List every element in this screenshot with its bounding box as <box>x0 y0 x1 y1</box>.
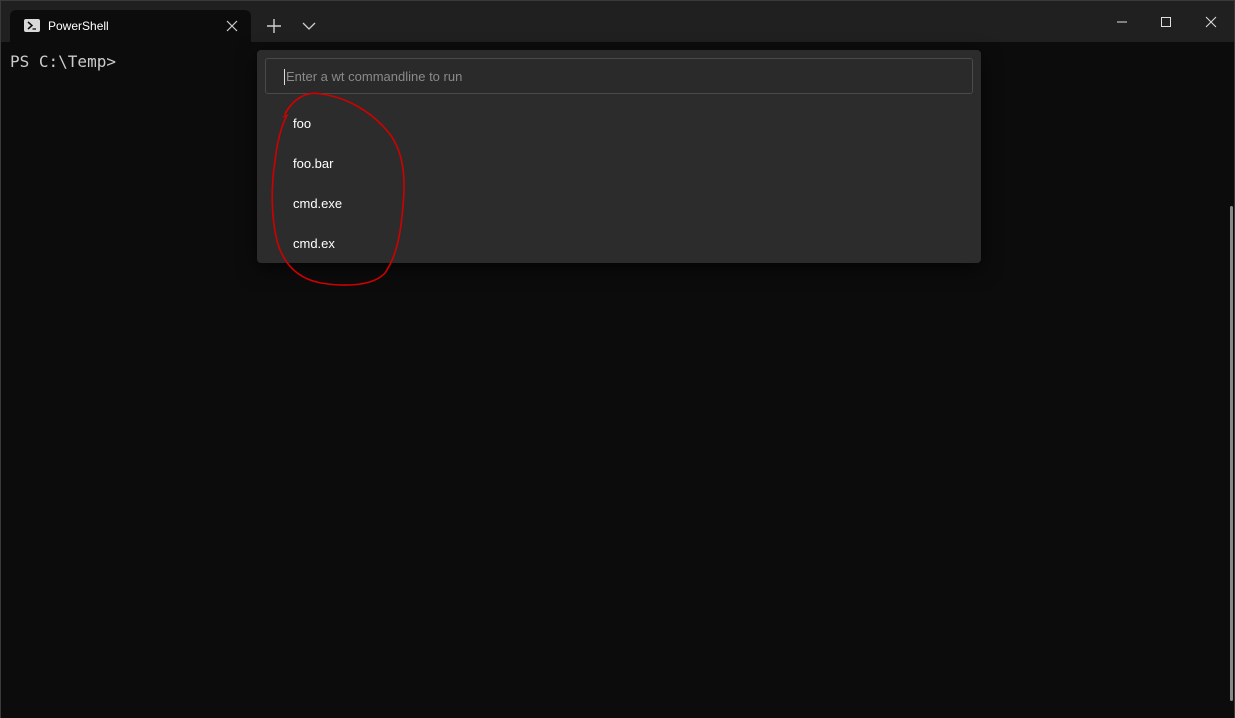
tab-title: PowerShell <box>48 19 109 33</box>
titlebar: PowerShell <box>1 1 1234 42</box>
maximize-icon[interactable] <box>1157 13 1175 31</box>
commandline-input[interactable]: Enter a wt commandline to run <box>265 58 973 94</box>
suggestion-item[interactable]: cmd.ex <box>293 236 335 252</box>
terminal-window: PowerShell PS C:\Temp> Enter a wt comman… <box>0 0 1235 718</box>
suggestion-item[interactable]: foo.bar <box>293 156 333 172</box>
text-caret <box>284 69 285 85</box>
minimize-icon[interactable] <box>1113 13 1131 31</box>
command-palette: Enter a wt commandline to run foo foo.ba… <box>257 50 981 263</box>
chevron-down-icon[interactable] <box>299 16 319 36</box>
plus-icon[interactable] <box>264 16 284 36</box>
scrollbar[interactable] <box>1230 206 1233 701</box>
suggestion-item[interactable]: cmd.exe <box>293 196 342 212</box>
tab-powershell[interactable]: PowerShell <box>10 10 251 42</box>
input-placeholder: Enter a wt commandline to run <box>286 69 463 84</box>
close-icon[interactable] <box>1202 13 1220 31</box>
close-tab-icon[interactable] <box>224 18 240 34</box>
shell-prompt: PS C:\Temp> <box>10 52 116 71</box>
suggestion-item[interactable]: foo <box>293 116 311 132</box>
powershell-icon <box>24 19 40 32</box>
